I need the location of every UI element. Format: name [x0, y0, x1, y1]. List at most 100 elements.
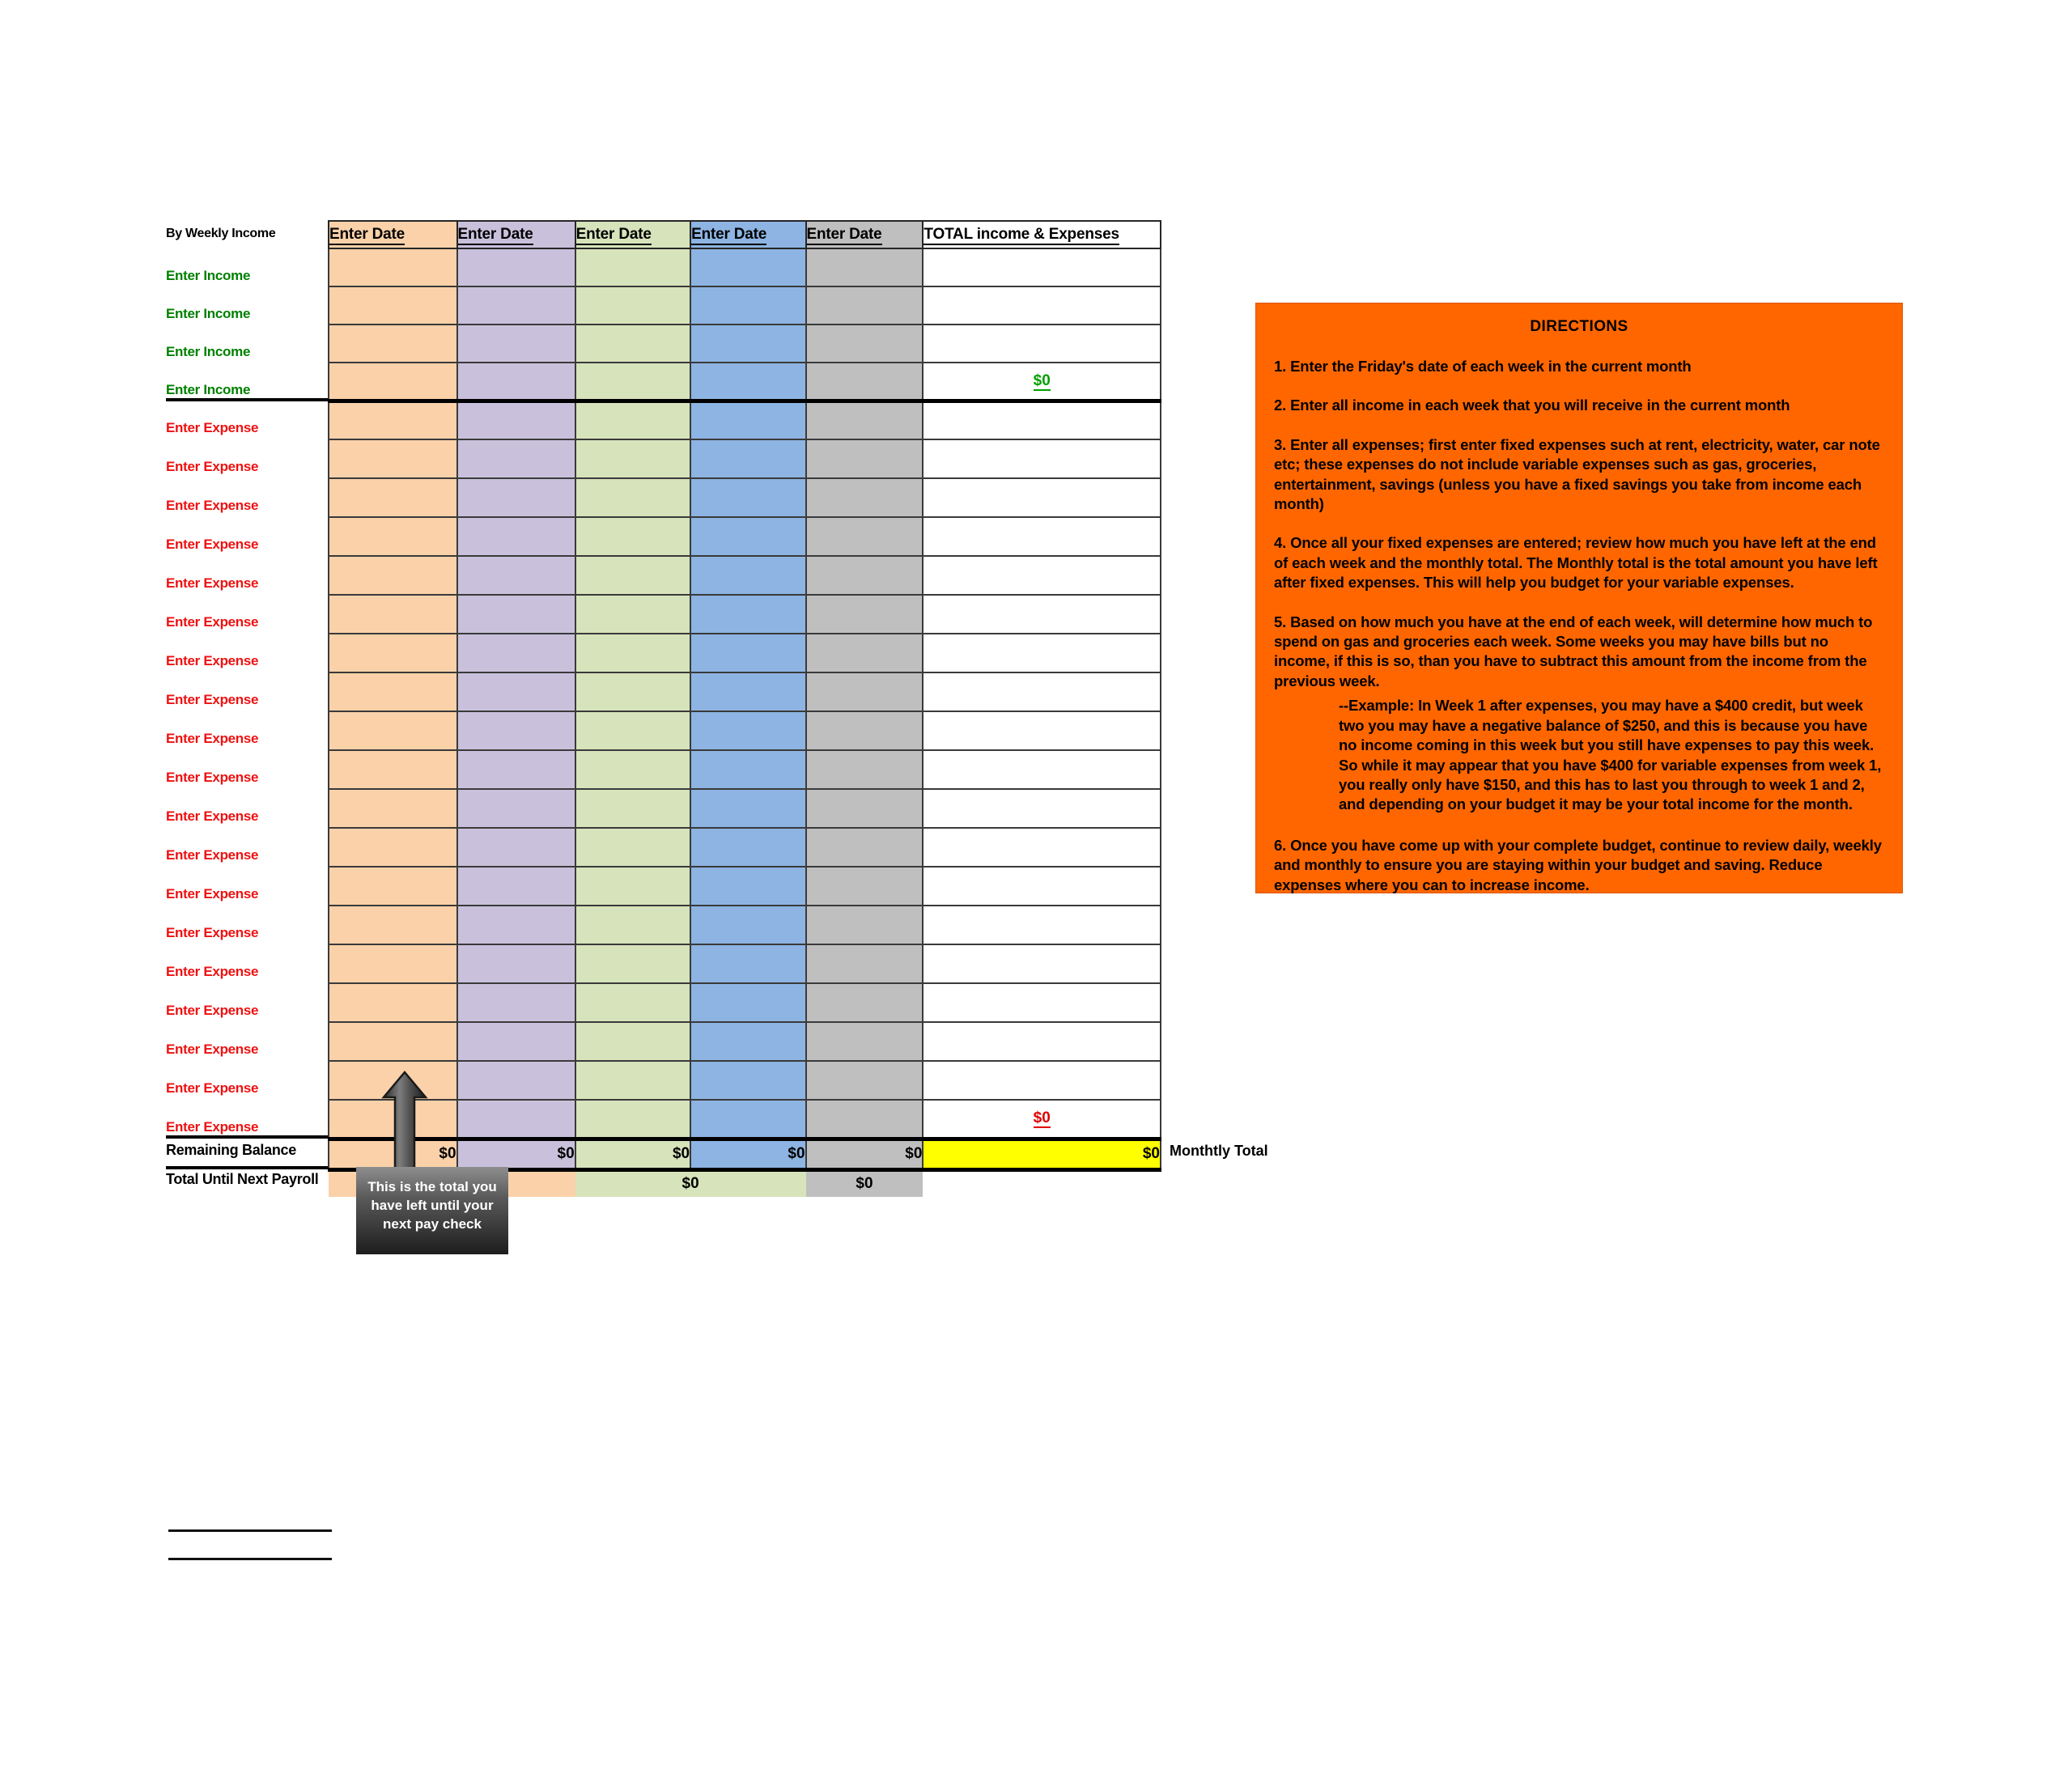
sheet-cell[interactable]: [456, 362, 576, 403]
sheet-cell[interactable]: [922, 516, 1161, 557]
sheet-cell[interactable]: [574, 788, 692, 829]
sheet-cell[interactable]: [922, 905, 1161, 945]
sheet-cell[interactable]: [690, 439, 807, 479]
sheet-cell[interactable]: [922, 439, 1161, 479]
sheet-cell[interactable]: [805, 400, 924, 440]
sheet-cell[interactable]: [805, 324, 924, 363]
sheet-cell[interactable]: [805, 749, 924, 790]
sheet-cell[interactable]: $0: [922, 1099, 1161, 1141]
column-header-2[interactable]: Enter Date: [456, 220, 576, 249]
sheet-cell[interactable]: [922, 827, 1161, 868]
sheet-cell[interactable]: [574, 477, 692, 518]
sheet-cell[interactable]: [690, 672, 807, 712]
sheet-cell[interactable]: [456, 400, 576, 440]
sheet-cell[interactable]: [456, 516, 576, 557]
sheet-cell[interactable]: [328, 555, 458, 596]
sheet-cell[interactable]: [574, 633, 692, 673]
sheet-cell[interactable]: [574, 439, 692, 479]
sheet-cell[interactable]: [690, 362, 807, 403]
sheet-cell[interactable]: [805, 248, 924, 287]
sheet-cell[interactable]: [456, 594, 576, 634]
sheet-cell[interactable]: [328, 516, 458, 557]
sheet-cell[interactable]: [574, 1099, 692, 1141]
sheet-cell[interactable]: [574, 672, 692, 712]
column-header-1[interactable]: Enter Date: [328, 220, 458, 249]
column-header-5[interactable]: Enter Date: [805, 220, 924, 249]
sheet-cell[interactable]: [922, 749, 1161, 790]
sheet-cell[interactable]: [456, 324, 576, 363]
sheet-cell[interactable]: [690, 477, 807, 518]
sheet-cell[interactable]: [805, 982, 924, 1023]
sheet-cell[interactable]: [456, 633, 576, 673]
sheet-cell[interactable]: [456, 866, 576, 906]
sheet-cell[interactable]: [922, 400, 1161, 440]
sheet-cell[interactable]: [328, 982, 458, 1023]
sheet-cell[interactable]: [328, 788, 458, 829]
sheet-cell[interactable]: [805, 477, 924, 518]
sheet-cell[interactable]: [328, 594, 458, 634]
sheet-cell[interactable]: [690, 555, 807, 596]
sheet-cell[interactable]: [328, 633, 458, 673]
sheet-cell[interactable]: [574, 866, 692, 906]
sheet-cell[interactable]: $0: [922, 362, 1161, 403]
sheet-cell[interactable]: [805, 555, 924, 596]
sheet-cell[interactable]: [690, 866, 807, 906]
sheet-cell[interactable]: [922, 982, 1161, 1023]
sheet-cell[interactable]: [805, 866, 924, 906]
sheet-cell[interactable]: [328, 439, 458, 479]
sheet-cell[interactable]: [328, 362, 458, 403]
sheet-cell[interactable]: [328, 400, 458, 440]
sheet-cell[interactable]: [690, 1021, 807, 1062]
sheet-cell[interactable]: [922, 633, 1161, 673]
sheet-cell[interactable]: [456, 827, 576, 868]
sheet-cell[interactable]: [690, 400, 807, 440]
sheet-cell[interactable]: [328, 711, 458, 751]
sheet-cell[interactable]: [328, 324, 458, 363]
sheet-cell[interactable]: [574, 944, 692, 984]
sheet-cell[interactable]: [574, 905, 692, 945]
sheet-cell[interactable]: [922, 711, 1161, 751]
sheet-cell[interactable]: [690, 711, 807, 751]
sheet-cell[interactable]: [922, 866, 1161, 906]
sheet-cell[interactable]: [328, 944, 458, 984]
sheet-cell[interactable]: [456, 982, 576, 1023]
sheet-cell[interactable]: [328, 749, 458, 790]
sheet-cell[interactable]: [805, 1021, 924, 1062]
sheet-cell[interactable]: [922, 788, 1161, 829]
column-header-6[interactable]: TOTAL income & Expenses: [922, 220, 1161, 249]
sheet-cell[interactable]: [805, 711, 924, 751]
sheet-cell[interactable]: [328, 1021, 458, 1062]
column-header-4[interactable]: Enter Date: [690, 220, 807, 249]
sheet-cell[interactable]: [805, 594, 924, 634]
sheet-cell[interactable]: [690, 516, 807, 557]
sheet-cell[interactable]: [922, 1021, 1161, 1062]
sheet-cell[interactable]: [574, 555, 692, 596]
sheet-cell[interactable]: [690, 594, 807, 634]
sheet-cell[interactable]: [690, 982, 807, 1023]
sheet-cell[interactable]: [328, 672, 458, 712]
sheet-cell[interactable]: [690, 633, 807, 673]
sheet-cell[interactable]: [456, 555, 576, 596]
sheet-cell[interactable]: [456, 477, 576, 518]
sheet-cell[interactable]: [922, 248, 1161, 287]
sheet-cell[interactable]: [805, 439, 924, 479]
sheet-cell[interactable]: [805, 905, 924, 945]
sheet-cell[interactable]: [456, 749, 576, 790]
sheet-cell[interactable]: [328, 866, 458, 906]
sheet-cell[interactable]: [456, 672, 576, 712]
sheet-cell[interactable]: [805, 516, 924, 557]
sheet-cell[interactable]: [574, 516, 692, 557]
sheet-cell[interactable]: [574, 400, 692, 440]
sheet-cell[interactable]: [922, 286, 1161, 325]
sheet-cell[interactable]: [805, 286, 924, 325]
sheet-cell[interactable]: [574, 749, 692, 790]
sheet-cell[interactable]: [690, 248, 807, 287]
sheet-cell[interactable]: [328, 905, 458, 945]
sheet-cell[interactable]: [690, 1099, 807, 1141]
sheet-cell[interactable]: [805, 788, 924, 829]
sheet-cell[interactable]: [690, 944, 807, 984]
sheet-cell[interactable]: [574, 248, 692, 287]
sheet-cell[interactable]: [574, 982, 692, 1023]
sheet-cell[interactable]: [574, 324, 692, 363]
sheet-cell[interactable]: [574, 1060, 692, 1101]
